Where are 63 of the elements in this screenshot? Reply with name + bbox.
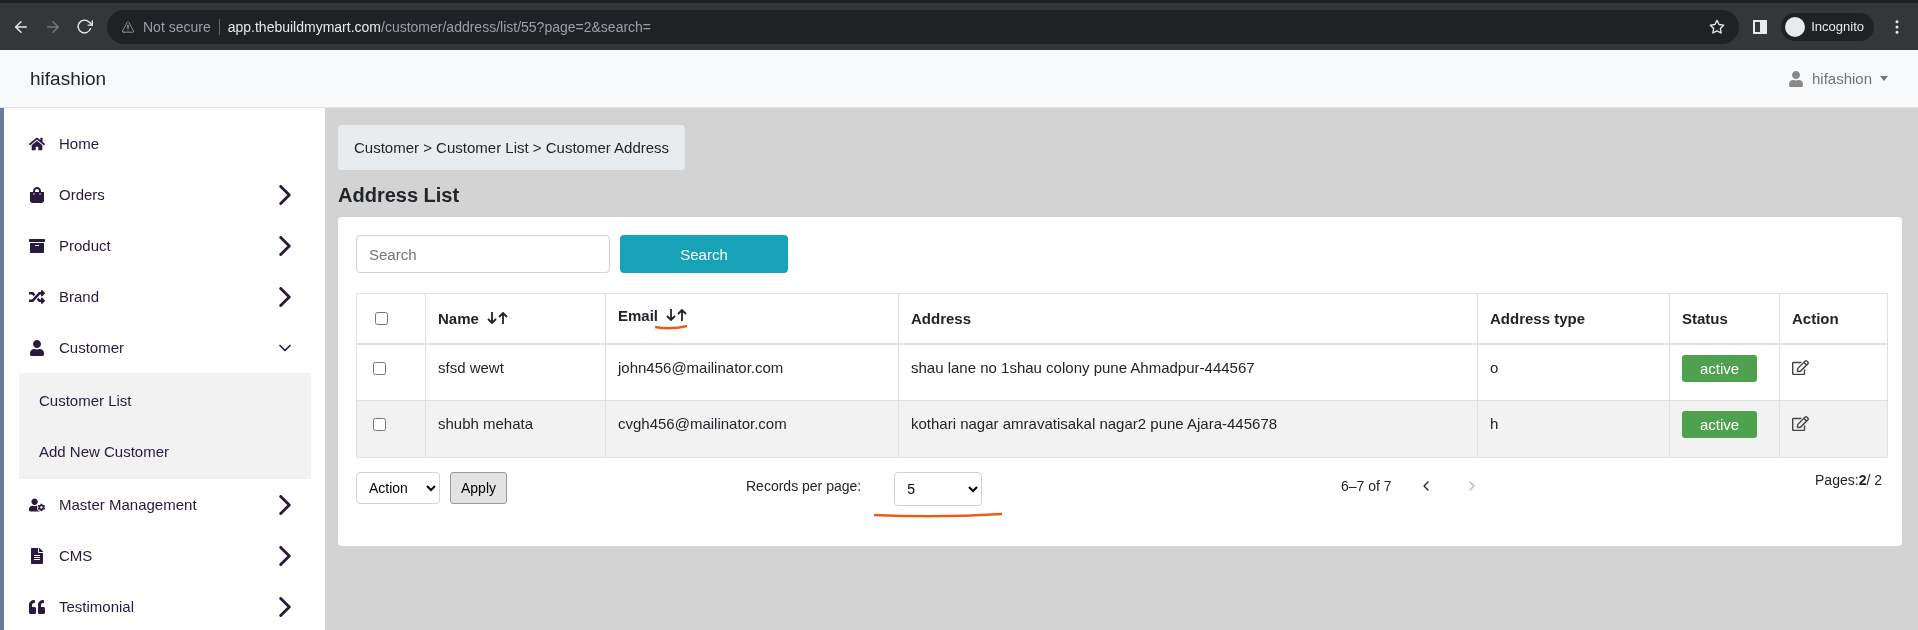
records-per-page-select[interactable]: 5 (894, 472, 983, 506)
row-checkbox[interactable] (373, 361, 386, 375)
document-icon (29, 547, 45, 564)
sidebar-item[interactable]: Product (4, 220, 325, 271)
table-cell: kothari nagar amravatisakal nagar2 pune Ajara-445678 (911, 415, 1278, 432)
user-gear-icon (29, 496, 45, 513)
archive-box-icon (29, 237, 45, 254)
user-icon (29, 339, 45, 356)
security-label: Not secure (143, 18, 220, 35)
sidebar-item[interactable]: Home (4, 118, 325, 169)
user-icon[interactable] (1787, 70, 1804, 87)
edit-icon[interactable] (1792, 415, 1809, 432)
brand-name[interactable]: hifashion (30, 67, 107, 90)
status-badge: active (1682, 354, 1757, 382)
table-cell: cvgh456@mailinator.com (618, 415, 787, 432)
table-cell: o (1490, 358, 1499, 376)
user-menu[interactable]: hifashion (1811, 70, 1872, 87)
table-cell: h (1490, 415, 1499, 432)
column-header: Status (1682, 309, 1728, 327)
column-header: Action (1792, 309, 1839, 327)
sidebar-item[interactable]: Brand (4, 271, 325, 322)
address-bar[interactable]: Not secure app.thebuildmymart.com/customer/address/list/55?page=2&search= (107, 9, 1740, 44)
select-all-checkbox[interactable] (375, 311, 388, 325)
table-cell: shau lane no 1shau colony pune Ahmadpur-444567 (911, 358, 1255, 376)
pagination-range: 6–7 of 7 (1341, 478, 1392, 494)
page-count: Pages:2/ 2 (1815, 472, 1882, 488)
breadcrumb: Customer > Customer List > Customer Address (338, 125, 686, 170)
shuffle-icon (29, 288, 45, 305)
submenu-item[interactable]: Customer List (19, 375, 311, 426)
profile-chip[interactable]: Incognito (1781, 12, 1874, 41)
bulk-action-select[interactable]: Action (356, 472, 440, 504)
reload-icon[interactable] (76, 18, 93, 35)
table-cell: shubh mehata (438, 415, 534, 432)
sidebar-item[interactable]: Customer (4, 322, 325, 373)
sidebar-item[interactable]: Master Management (4, 479, 325, 530)
sidebar-item[interactable]: CMS (4, 530, 325, 581)
sort-arrows-icon[interactable] (666, 308, 689, 323)
column-header[interactable]: Name (438, 309, 479, 327)
table-cell: john456@mailinator.com (618, 358, 784, 376)
url-text: app.thebuildmymart.com/customer/address/list/55?page=2&search= (227, 18, 652, 35)
edit-icon[interactable] (1792, 358, 1809, 376)
sidebar-item[interactable]: Orders (4, 169, 325, 220)
apply-button[interactable]: Apply (450, 472, 508, 504)
sort-arrows-icon[interactable] (486, 311, 509, 326)
row-checkbox[interactable] (373, 418, 386, 431)
table-cell: sfsd wewt (438, 358, 504, 376)
side-panel-icon[interactable] (1753, 19, 1768, 34)
records-per-page-label: Records per page: (746, 478, 862, 494)
star-icon[interactable] (1709, 18, 1726, 35)
search-field[interactable]: Search (356, 235, 610, 273)
status-badge: active (1682, 411, 1757, 438)
page-title: Address List (338, 184, 461, 207)
annotation-underline (654, 323, 689, 330)
column-header[interactable]: Email (618, 306, 659, 324)
column-header: Address type (1490, 309, 1586, 327)
submenu-item[interactable]: Add New Customer (19, 426, 311, 477)
column-header: Address (911, 309, 972, 327)
shopping-bag-icon (29, 186, 45, 203)
caret-icon[interactable] (1880, 76, 1888, 81)
home-icon (29, 135, 45, 152)
quote-icon (29, 598, 45, 615)
warning-icon (121, 19, 135, 34)
sidebar-item[interactable]: Testimonial (4, 581, 325, 630)
